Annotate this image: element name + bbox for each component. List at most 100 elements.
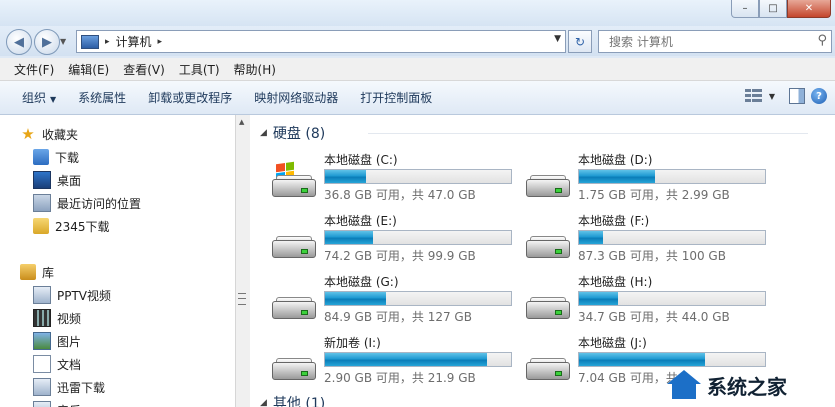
nav-item-2345-downloads[interactable]: 2345下载 (33, 216, 110, 236)
breadcrumb-chevron[interactable]: ▸ (158, 37, 163, 47)
nav-item-xunlei-downloads[interactable]: 迅雷下载 (33, 377, 105, 397)
nav-item-recent-places[interactable]: 最近访问的位置 (33, 193, 141, 213)
nav-item-music[interactable]: 音乐 (33, 400, 81, 407)
menu-tools[interactable]: 工具(T) (172, 61, 227, 78)
nav-item-label: 文档 (57, 357, 82, 372)
menu-view[interactable]: 查看(V) (116, 61, 172, 78)
drive-space-info: 34.7 GB 可用，共 44.0 GB (578, 310, 730, 324)
close-button[interactable]: ✕ (787, 0, 831, 18)
address-bar[interactable]: ▸ 计算机 ▸ ▼ (76, 30, 566, 53)
breadcrumb-computer[interactable]: 计算机 (116, 33, 152, 50)
hard-drive-icon (270, 356, 316, 382)
video-library-icon (33, 309, 51, 327)
watermark-text: 系统之家 (707, 374, 787, 399)
forward-arrow-icon: ▶ (42, 34, 52, 50)
menu-bar: 文件(F) 编辑(E) 查看(V) 工具(T) 帮助(H) (0, 58, 835, 81)
drive-usage-bar (324, 352, 512, 367)
drive-item[interactable]: 本地磁盘 (E:) 74.2 GB 可用，共 99.9 GB (270, 212, 520, 268)
drive-item[interactable]: 本地磁盘 (H:) 34.7 GB 可用，共 44.0 GB (524, 273, 774, 329)
preview-pane-icon[interactable] (789, 88, 805, 104)
menu-help[interactable]: 帮助(H) (227, 61, 283, 78)
back-button[interactable]: ◀ (6, 29, 32, 55)
history-dropdown-icon[interactable]: ▼ (60, 37, 66, 46)
refresh-button[interactable]: ↻ (568, 30, 592, 53)
nav-item-label: PPTV视频 (57, 288, 112, 303)
change-view-icon[interactable] (744, 89, 763, 103)
nav-item-label: 图片 (57, 334, 82, 349)
nav-item-downloads[interactable]: 下载 (33, 147, 79, 167)
open-control-panel-button[interactable]: 打开控制面板 (349, 89, 443, 106)
maximize-button[interactable]: □ (759, 0, 787, 18)
collapse-triangle-icon[interactable]: ◢ (260, 398, 267, 407)
library-icon (20, 264, 36, 280)
folder-icon (33, 218, 49, 234)
search-input[interactable] (607, 33, 801, 50)
scroll-up-icon[interactable]: ▲ (239, 118, 244, 126)
menu-edit[interactable]: 编辑(E) (61, 61, 116, 78)
drive-usage-fill (579, 170, 656, 183)
drive-usage-fill (325, 170, 366, 183)
organize-button[interactable]: 组织 ▼ (11, 89, 67, 106)
drive-usage-bar (324, 291, 512, 306)
hard-drive-icon (270, 161, 316, 199)
navigation-pane: ★ 收藏夹 下载 桌面 最近访问的位置 2345下载 库 PPTV视频 视频 图… (0, 115, 235, 407)
nav-item-pictures[interactable]: 图片 (33, 331, 81, 351)
search-icon[interactable]: ⚲ (817, 33, 827, 48)
drive-item[interactable]: 本地磁盘 (C:) 36.8 GB 可用，共 47.0 GB (270, 151, 520, 207)
address-dropdown-icon[interactable]: ▼ (554, 34, 561, 44)
group-header-hard-disks[interactable]: ◢ 硬盘 (8) (260, 123, 808, 143)
drive-item[interactable]: 新加卷 (I:) 2.90 GB 可用，共 21.9 GB (270, 334, 520, 390)
scrollbar-grip[interactable] (238, 293, 246, 305)
nav-item-documents[interactable]: 文档 (33, 354, 81, 374)
document-library-icon (33, 355, 51, 373)
nav-favorites[interactable]: ★ 收藏夹 (20, 124, 78, 144)
help-icon[interactable]: ? (811, 88, 827, 104)
drive-item[interactable]: 本地磁盘 (D:) 1.75 GB 可用，共 2.99 GB (524, 151, 774, 207)
nav-item-label: 2345下载 (55, 219, 110, 234)
drive-item[interactable]: 本地磁盘 (F:) 87.3 GB 可用，共 100 GB (524, 212, 774, 268)
collapse-triangle-icon[interactable]: ◢ (260, 128, 267, 138)
nav-item-pptv-video[interactable]: PPTV视频 (33, 285, 111, 305)
group-header-other[interactable]: ◢ 其他 (1) (260, 393, 325, 407)
pptv-library-icon (33, 286, 51, 304)
drive-item[interactable]: 本地磁盘 (G:) 84.9 GB 可用，共 127 GB (270, 273, 520, 329)
map-network-drive-button[interactable]: 映射网络驱动器 (243, 89, 349, 106)
nav-item-label: 迅雷下载 (57, 380, 106, 395)
group-header-label: 其他 (1) (272, 396, 326, 407)
house-logo-icon (667, 370, 701, 400)
view-options-dropdown-icon[interactable]: ▼ (769, 92, 775, 101)
back-arrow-icon: ◀ (14, 34, 24, 50)
search-box[interactable]: ⚲ (598, 30, 832, 53)
nav-scrollbar[interactable]: ▲ (235, 115, 251, 407)
system-properties-button[interactable]: 系统属性 (67, 89, 137, 106)
window-controls: – □ ✕ (731, 0, 831, 18)
drive-usage-bar (324, 230, 512, 245)
nav-item-label: 音乐 (57, 402, 81, 407)
drive-name: 本地磁盘 (D:) (578, 153, 653, 167)
nav-item-label: 下载 (55, 150, 80, 165)
nav-item-label: 最近访问的位置 (57, 196, 142, 211)
drive-space-info: 74.2 GB 可用，共 99.9 GB (324, 249, 476, 263)
chevron-down-icon: ▼ (50, 95, 57, 104)
forward-button[interactable]: ▶ (34, 29, 60, 55)
drive-usage-fill (325, 292, 387, 305)
drive-space-info: 2.90 GB 可用，共 21.9 GB (324, 371, 476, 385)
uninstall-program-button[interactable]: 卸载或更改程序 (137, 89, 243, 106)
minimize-button[interactable]: – (731, 0, 759, 18)
nav-libraries[interactable]: 库 (20, 262, 54, 282)
drive-name: 本地磁盘 (H:) (578, 275, 653, 289)
downloads-folder-icon (33, 149, 49, 165)
computer-icon (81, 34, 99, 49)
drive-usage-bar (578, 291, 766, 306)
command-toolbar: 组织 ▼ 系统属性 卸载或更改程序 映射网络驱动器 打开控制面板 ▼ ? (0, 81, 835, 115)
drive-name: 新加卷 (I:) (324, 336, 381, 350)
watermark: 系统之家 (663, 363, 835, 407)
title-bar: – □ ✕ (0, 0, 835, 26)
breadcrumb-separator[interactable]: ▸ (105, 37, 110, 47)
menu-file[interactable]: 文件(F) (7, 61, 61, 78)
hard-drive-icon (524, 295, 570, 321)
drive-space-info: 84.9 GB 可用，共 127 GB (324, 310, 472, 324)
hard-drive-icon (270, 295, 316, 321)
nav-item-videos[interactable]: 视频 (33, 308, 81, 328)
nav-item-desktop[interactable]: 桌面 (33, 170, 81, 190)
